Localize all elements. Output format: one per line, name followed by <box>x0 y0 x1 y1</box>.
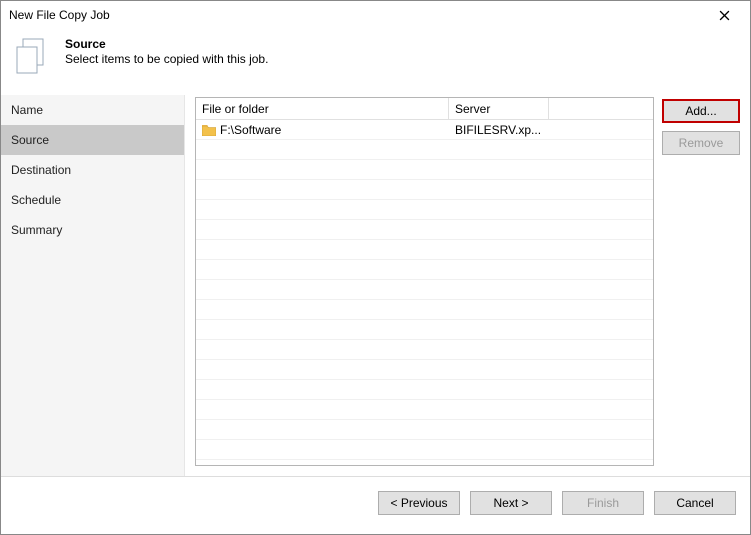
table-row <box>196 180 653 200</box>
sidebar-item-summary[interactable]: Summary <box>1 215 184 245</box>
table-row <box>196 240 653 260</box>
table-row <box>196 300 653 320</box>
cancel-button[interactable]: Cancel <box>654 491 736 515</box>
sidebar-item-destination[interactable]: Destination <box>1 155 184 185</box>
table-row[interactable]: F:\Software BIFILESRV.xp... <box>196 120 653 140</box>
table-row <box>196 380 653 400</box>
sidebar-item-schedule[interactable]: Schedule <box>1 185 184 215</box>
column-header-file[interactable]: File or folder <box>196 98 449 120</box>
page-subtitle: Select items to be copied with this job. <box>65 52 268 66</box>
table-row <box>196 200 653 220</box>
add-button[interactable]: Add... <box>662 99 740 123</box>
sidebar-item-name[interactable]: Name <box>1 95 184 125</box>
window-title: New File Copy Job <box>9 8 110 22</box>
column-header-server[interactable]: Server <box>449 98 549 120</box>
titlebar: New File Copy Job <box>1 1 750 27</box>
close-icon <box>719 10 730 21</box>
table-row <box>196 160 653 180</box>
cell-server: BIFILESRV.xp... <box>449 121 549 139</box>
wizard-header: Source Select items to be copied with th… <box>1 27 750 95</box>
close-button[interactable] <box>706 4 742 26</box>
side-buttons: Add... Remove <box>662 97 740 466</box>
wizard-sidebar: Name Source Destination Schedule Summary <box>1 95 185 476</box>
cell-file: F:\Software <box>196 121 449 139</box>
previous-button[interactable]: < Previous <box>378 491 460 515</box>
source-table: File or folder Server F:\Software BIFILE… <box>195 97 654 466</box>
table-row <box>196 340 653 360</box>
table-body: F:\Software BIFILESRV.xp... <box>196 120 653 465</box>
sidebar-item-source[interactable]: Source <box>1 125 184 155</box>
table-row <box>196 440 653 460</box>
page-title: Source <box>65 37 268 51</box>
documents-icon <box>11 35 51 77</box>
table-row <box>196 400 653 420</box>
content: Name Source Destination Schedule Summary… <box>1 95 750 477</box>
table-header: File or folder Server <box>196 98 653 120</box>
table-row <box>196 280 653 300</box>
remove-button: Remove <box>662 131 740 155</box>
table-row <box>196 260 653 280</box>
finish-button: Finish <box>562 491 644 515</box>
wizard-footer: < Previous Next > Finish Cancel <box>1 477 750 529</box>
folder-icon <box>202 124 216 136</box>
table-row <box>196 220 653 240</box>
cell-file-text: F:\Software <box>220 123 281 137</box>
next-button[interactable]: Next > <box>470 491 552 515</box>
main-panel: File or folder Server F:\Software BIFILE… <box>185 95 750 476</box>
column-header-blank <box>549 98 653 120</box>
table-row <box>196 320 653 340</box>
table-row <box>196 140 653 160</box>
table-row <box>196 360 653 380</box>
table-row <box>196 420 653 440</box>
